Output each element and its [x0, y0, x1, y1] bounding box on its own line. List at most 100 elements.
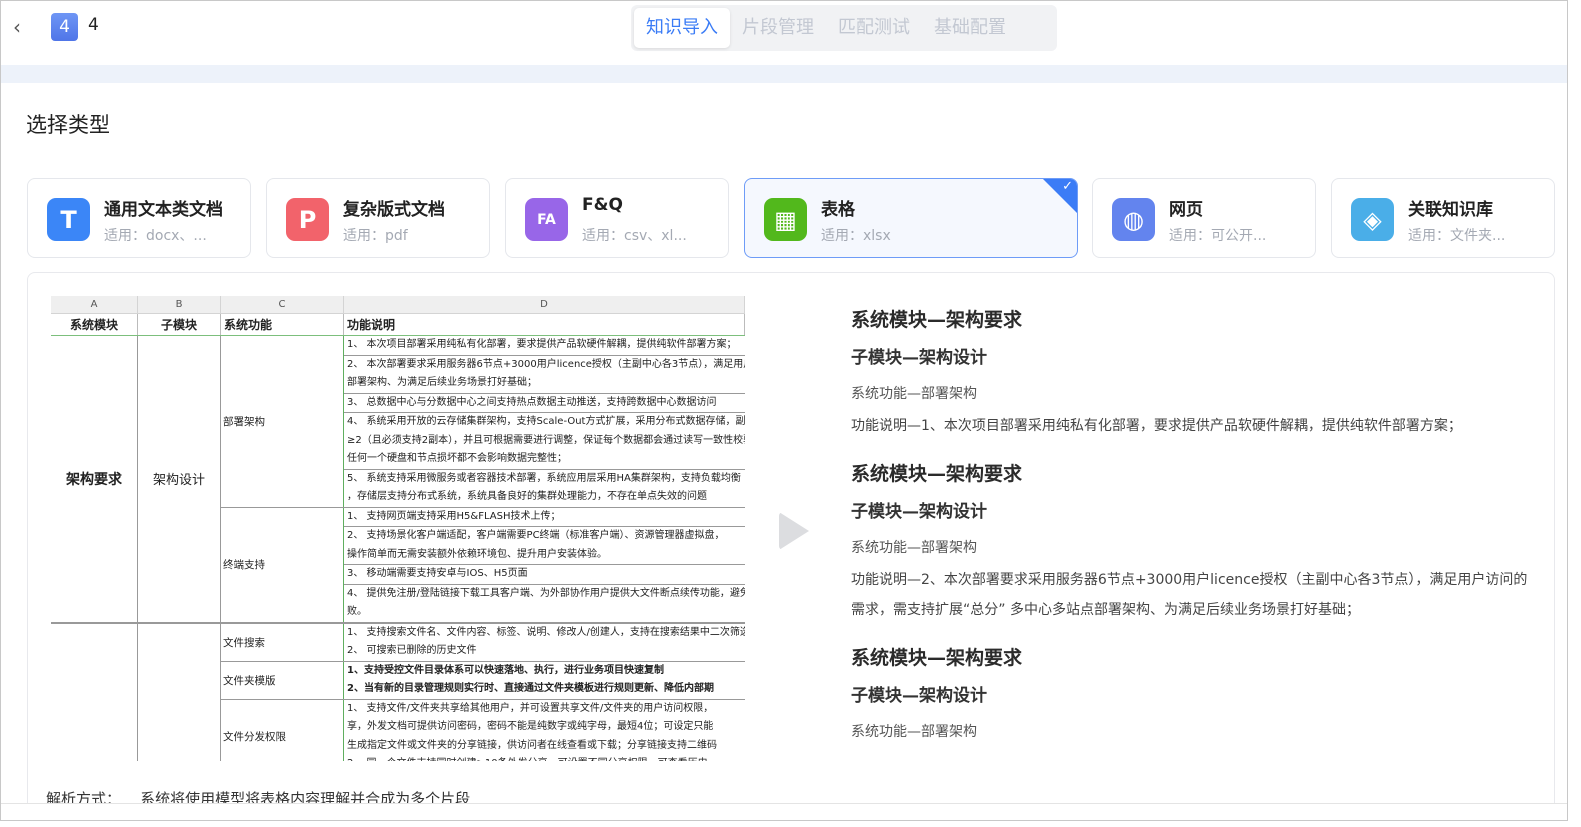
description-cell: 1、 本次项目部署采用纯私有化部署，要求提供产品软硬件解耦，提供纯软件部署方案；…: [344, 336, 745, 507]
description-line: 1、 支持搜索文件名、文件内容、标签、说明、修改人/创建人，支持在搜索结果中二次…: [347, 626, 745, 638]
type-card[interactable]: ◍ 网页 适用：可公开...: [1092, 178, 1316, 258]
segment-function: 系统功能—部署架构: [851, 540, 977, 556]
table-row-group: 文件搜索 1、 支持搜索文件名、文件内容、标签、说明、修改人/创建人，支持在搜索结…: [51, 623, 745, 762]
description-item: 1、 支持文件/文件夹共享给其他用户，并可设置共享文件/文件夹的用户访问权限， 享…: [344, 700, 745, 762]
description-line: 1、支持受控文件目录体系可以快速落地、执行，进行业务项目快速复制: [347, 664, 664, 676]
icon-glyph: P: [298, 205, 317, 234]
function-column: 部署架构 1、 本次项目部署采用纯私有化部署，要求提供产品软硬件解耦，提供纯软件部…: [221, 336, 745, 622]
description-line: 败。: [347, 606, 367, 617]
segment-function: 系统功能—部署架构: [851, 724, 977, 740]
description-item: 2、 支持场景化客户端适配，客户端需要PC终端（标准客户端）、资源管理器虚拟盘，…: [344, 527, 745, 565]
header-divider: [1, 65, 1567, 83]
module-cell: 架构要求: [51, 336, 138, 622]
tab-match-test[interactable]: 匹配测试: [826, 8, 922, 48]
description-cell: 1、 支持网页端支持采用H5&FLASH技术上传； 2、 支持场景化客户端适配，客…: [344, 508, 745, 622]
description-line: 1、 支持文件/文件夹共享给其他用户，并可设置共享文件/文件夹的用户访问权限，: [347, 702, 714, 714]
description-line: ，存储层支持分布式系统，系统具备良好的集群处理能力，不存在单点失效的问题: [347, 491, 707, 502]
window: ‹ 4 4 知识导入 片段管理 匹配测试 基础配置 选择类型 T 通用文本类文档适…: [0, 0, 1568, 821]
column-letter: B: [138, 296, 221, 313]
type-card[interactable]: ◈ 关联知识库 适用：文件夹...: [1331, 178, 1555, 258]
type-card[interactable]: P 复杂版式文档适用：pdf: [266, 178, 490, 258]
description-cell: 1、支持受控文件目录体系可以快速落地、执行，进行业务项目快速复制 2、当有新的目录…: [344, 662, 745, 699]
icon-glyph: FA: [537, 211, 556, 228]
description-line: 2、当有新的目录管理规则实行时、直接通过文件夹模板进行规则更新、降低内部期: [347, 683, 714, 694]
type-formats: 适用：可公开...: [1169, 228, 1267, 244]
description-cell: 1、 支持搜索文件名、文件内容、标签、说明、修改人/创建人，支持在搜索结果中二次…: [344, 624, 745, 661]
header-cell: 系统功能: [221, 314, 344, 335]
description-item: 1、支持受控文件目录体系可以快速落地、执行，进行业务项目快速复制 2、当有新的目录…: [344, 662, 745, 699]
description-cell: 1、 支持文件/文件夹共享给其他用户，并可设置共享文件/文件夹的用户访问权限， 享…: [344, 700, 745, 762]
submodule-cell: 架构设计: [138, 336, 221, 622]
tab-knowledge-import[interactable]: 知识导入: [634, 8, 730, 48]
function-cell: 文件分发权限: [221, 699, 344, 761]
spreadsheet-preview: A B C D 系统模块 子模块 系统功能 功能说明 架构要求 架构设计 部署架构 1、 本次项目部署…: [51, 296, 745, 761]
description-line: 生成指定文件或文件夹的分享链接，供访问者在线查看或下载；分享链接支持二维码: [347, 739, 717, 751]
submodule-cell: [138, 623, 221, 761]
knowledge-base-icon: ◈: [1351, 198, 1394, 241]
description-line: 1、 支持网页端支持采用H5&FLASH技术上传；: [347, 510, 561, 522]
segment-module: 系统模块—架构要求: [851, 647, 1023, 669]
type-name: 复杂版式文档: [343, 200, 445, 220]
check-icon: ✓: [1062, 179, 1073, 194]
function-cell: 终端支持: [221, 507, 344, 622]
pdf-doc-icon: P: [286, 198, 329, 241]
arrow-right-icon: [779, 512, 809, 550]
segment-description: 功能说明—1、本次项目部署采用纯私有化部署，要求提供产品软硬件解耦，提供纯软件部…: [851, 418, 1462, 434]
function-row: 部署架构 1、 本次项目部署采用纯私有化部署，要求提供产品软硬件解耦，提供纯软件部…: [221, 336, 745, 508]
segment-function: 系统功能—部署架构: [851, 386, 977, 402]
column-letter: A: [51, 296, 138, 313]
type-formats: 适用：pdf: [343, 228, 408, 244]
text-doc-icon: T: [47, 198, 90, 241]
type-name: 通用文本类文档: [104, 200, 223, 220]
function-row: 文件搜索 1、 支持搜索文件名、文件内容、标签、说明、修改人/创建人，支持在搜索结…: [221, 623, 745, 662]
description-item: 3、 总数据中心与分数据中心之间支持热点数据主动推送，支持跨数据中心数据访问: [344, 394, 745, 413]
description-item: 3、 移动端需要支持安卓与IOS、H5页面: [344, 565, 745, 585]
header-cell: 系统模块: [51, 314, 138, 335]
type-formats: 适用：docx、...: [104, 228, 207, 244]
icon-glyph: ◈: [1363, 205, 1382, 234]
icon-glyph: ▦: [774, 205, 797, 234]
module-cell: [51, 623, 138, 761]
description-line: 5、 系统支持采用微服务或者容器技术部署，系统应用层采用HA集群架构，支持负载均…: [347, 472, 741, 484]
function-row: 文件夹模版 1、支持受控文件目录体系可以快速落地、执行，进行业务项目快速复制 2、当…: [221, 661, 745, 700]
faq-icon: FA: [525, 198, 568, 241]
type-formats: 适用：xlsx: [821, 228, 891, 244]
function-cell: 文件夹模版: [221, 661, 344, 699]
tab-bar: 知识导入 片段管理 匹配测试 基础配置: [631, 5, 1057, 51]
result-segment: 系统模块—架构要求 子模块—架构设计 系统功能—部署架构 功能说明—2、本次部署要求采…: [851, 455, 1531, 625]
description-item: 4、 提供免注册/登陆链接下载工具客户端、为外部协作用户提供大文件断点续传功能，…: [344, 585, 745, 622]
app-badge: 4: [51, 13, 78, 41]
type-card[interactable]: ▦ 表格适用：xlsx ✓: [744, 178, 1078, 258]
description-line: 部署架构、为满足后续业务场景打好基础；: [347, 377, 537, 388]
type-card[interactable]: T 通用文本类文档适用：docx、...: [27, 178, 251, 258]
description-line: 操作简单而无需安装额外依赖环境包、提升用户安装体验。: [347, 548, 607, 560]
description-line: 2、 同一个文件支持同时创建≥10条外发分享，可设置不同分享权限，可查看历史: [344, 755, 745, 761]
function-cell: 部署架构: [221, 336, 344, 507]
segment-module: 系统模块—架构要求: [851, 463, 1023, 485]
column-letters: ABCD: [51, 296, 745, 314]
table-icon: ▦: [764, 198, 807, 241]
function-row: 终端支持 1、 支持网页端支持采用H5&FLASH技术上传； 2、 支持场景化客户端…: [221, 507, 745, 622]
globe-icon: ◍: [1112, 198, 1155, 241]
app-name: 4: [88, 15, 99, 35]
header-row: 系统模块 子模块 系统功能 功能说明: [51, 314, 745, 336]
type-name: 表格: [821, 200, 855, 220]
parsed-result-preview: 系统模块—架构要求 子模块—架构设计 系统功能—部署架构 功能说明—1、本次项目部署采…: [851, 301, 1531, 749]
description-item: 5、 系统支持采用微服务或者容器技术部署，系统应用层采用HA集群架构，支持负载均…: [344, 470, 745, 507]
segment-description: 功能说明—2、本次部署要求采用服务器6节点+3000用户licence授权（主副…: [851, 572, 1528, 618]
type-name: F&Q: [582, 195, 623, 215]
description-line: 3、 总数据中心与分数据中心之间支持热点数据主动推送，支持跨数据中心数据访问: [347, 396, 717, 408]
function-cell: 文件搜索: [221, 623, 344, 661]
header: ‹ 4 4 知识导入 片段管理 匹配测试 基础配置: [1, 1, 1567, 65]
description-line: 3、 移动端需要支持安卓与IOS、H5页面: [347, 568, 528, 579]
description-line: 1、 本次项目部署采用纯私有化部署，要求提供产品软硬件解耦，提供纯软件部署方案；: [347, 339, 737, 350]
type-card[interactable]: FA F&Q 适用：csv、xl...: [505, 178, 729, 258]
description-item: 4、 系统采用开放的云存储集群架构，支持Scale-Out方式扩展，采用分布式数…: [344, 413, 745, 470]
type-formats: 适用：文件夹...: [1408, 228, 1506, 244]
segment-submodule: 子模块—架构设计: [851, 686, 987, 706]
description-item: 1、 本次项目部署采用纯私有化部署，要求提供产品软硬件解耦，提供纯软件部署方案；: [344, 336, 745, 356]
chevron-left-icon[interactable]: ‹: [13, 15, 21, 39]
tab-basic-config[interactable]: 基础配置: [922, 8, 1018, 48]
tab-segment-management[interactable]: 片段管理: [730, 8, 826, 48]
description-line: 任何一个硬盘和节点损坏都不会影响数据完整性；: [347, 453, 567, 464]
